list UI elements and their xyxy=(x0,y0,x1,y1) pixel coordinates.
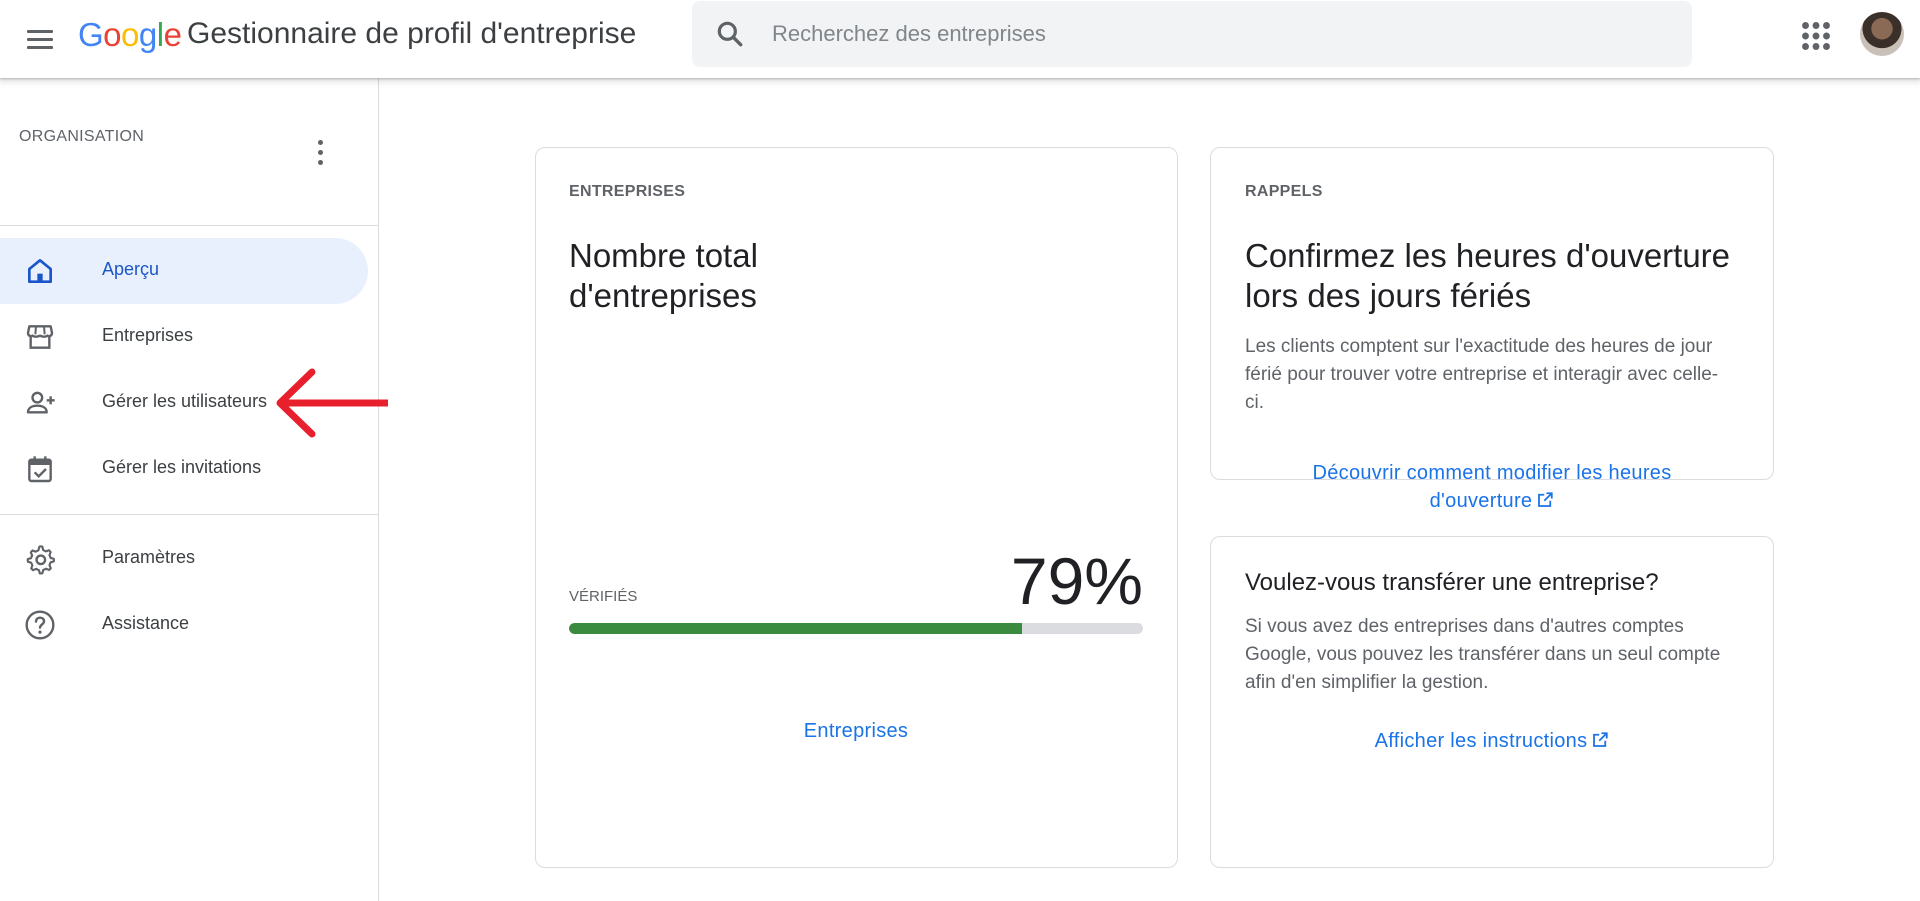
home-icon xyxy=(28,259,52,283)
top-app-bar: Google Gestionnaire de profil d'entrepri… xyxy=(0,0,1920,78)
verified-label: VÉRIFIÉS xyxy=(569,588,638,605)
sidebar-divider xyxy=(0,225,379,226)
transfer-link-label[interactable]: Afficher les instructions xyxy=(1375,730,1588,752)
sidebar-item-entreprises[interactable]: Entreprises xyxy=(0,304,368,370)
sidebar-item-label: Gérer les utilisateurs xyxy=(102,391,268,411)
transfer-instructions-link[interactable]: Afficher les instructions xyxy=(1210,730,1774,753)
verified-percentage: 79% xyxy=(1010,544,1143,618)
transfer-title: Voulez-vous transférer une entreprise? xyxy=(1245,569,1659,596)
person-add-icon xyxy=(26,391,55,414)
sidebar-item-gerer-invitations[interactable]: Gérer les invitations xyxy=(0,436,368,502)
more-options-icon[interactable] xyxy=(302,136,338,172)
businesses-title-line2: d'entreprises xyxy=(569,277,757,314)
sidebar-item-assistance[interactable]: Assistance xyxy=(0,592,368,658)
sidebar-item-parametres[interactable]: Paramètres xyxy=(0,526,368,592)
search-icon[interactable] xyxy=(714,18,746,50)
businesses-eyebrow: ENTREPRISES xyxy=(569,183,686,200)
help-icon xyxy=(25,610,55,640)
main-menu-button[interactable] xyxy=(22,22,58,58)
storefront-icon xyxy=(26,325,54,349)
gear-icon xyxy=(26,545,55,575)
reminders-title-line2: lors des jours fériés xyxy=(1245,277,1532,314)
sidebar-item-label: Gérer les invitations xyxy=(102,457,262,477)
sidebar-item-label: Paramètres xyxy=(102,547,196,567)
search-bar[interactable] xyxy=(692,1,1692,67)
sidebar-item-label: Aperçu xyxy=(102,259,160,279)
transfer-body-line2: Google, vous pouvez les transférer dans … xyxy=(1245,644,1721,665)
google-apps-icon[interactable] xyxy=(1798,18,1834,54)
sidebar-divider xyxy=(0,514,379,515)
google-logo: Google xyxy=(78,16,182,53)
reminders-title-line1: Confirmez les heures d'ouverture xyxy=(1245,237,1731,274)
reminders-link-line2[interactable]: d'ouverture xyxy=(1430,490,1533,512)
search-input[interactable] xyxy=(772,1,1652,67)
transfer-body-line1: Si vous avez des entreprises dans d'autr… xyxy=(1245,616,1684,637)
reminders-body-line1: Les clients comptent sur l'exactitude de… xyxy=(1245,336,1713,357)
verified-progress-bar xyxy=(569,623,1143,634)
verified-progress-fill xyxy=(569,623,1023,634)
account-avatar[interactable] xyxy=(1860,12,1904,56)
annotation-arrow-icon xyxy=(276,368,388,438)
sidebar: ORGANISATION Aperçu Entreprises Gérer le… xyxy=(0,78,379,901)
open-in-new-icon[interactable] xyxy=(1591,731,1609,749)
reminders-link[interactable]: d'ouverture xyxy=(1210,490,1774,513)
businesses-title-line1: Nombre total xyxy=(569,237,758,274)
sidebar-item-label: Assistance xyxy=(102,613,190,633)
businesses-link[interactable]: Entreprises xyxy=(569,720,1143,743)
organisation-label: ORGANISATION xyxy=(19,128,145,145)
reminders-eyebrow: RAPPELS xyxy=(1245,183,1323,200)
reminders-link-line1[interactable]: Découvrir comment modifier les heures xyxy=(1210,462,1774,485)
open-in-new-icon[interactable] xyxy=(1536,491,1554,509)
event-available-icon xyxy=(28,456,52,483)
sidebar-item-apercu[interactable]: Aperçu xyxy=(0,238,368,304)
reminders-body-line3: ci. xyxy=(1245,392,1264,413)
transfer-body-line3: afin d'en simplifier la gestion. xyxy=(1245,672,1489,693)
reminders-body-line2: férié pour trouver votre entreprise et i… xyxy=(1245,364,1719,385)
sidebar-item-label: Entreprises xyxy=(102,325,194,345)
app-title: Gestionnaire de profil d'entreprise xyxy=(187,17,637,50)
